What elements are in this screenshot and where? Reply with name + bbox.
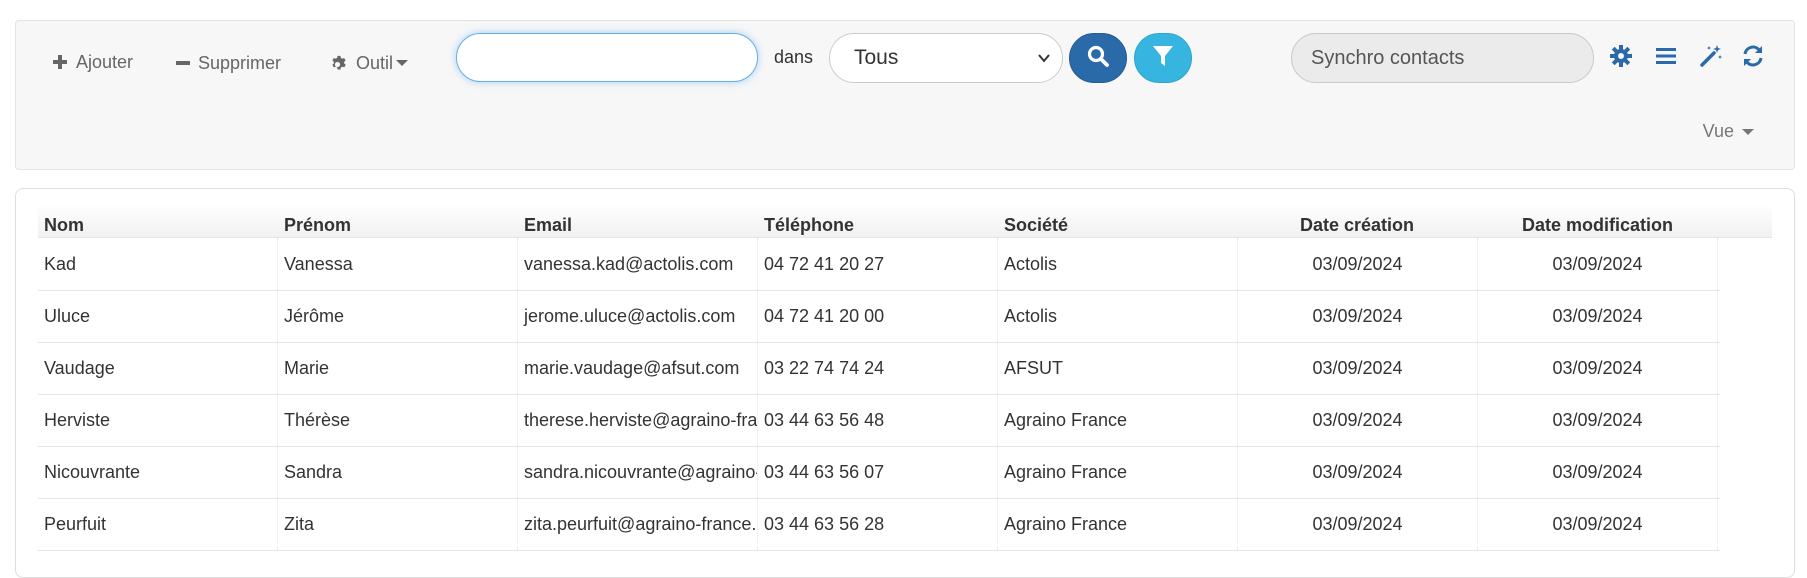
cell-nom: Vaudage [38,342,278,394]
sync-contacts-button[interactable]: Synchro contacts [1291,33,1594,83]
table-row[interactable]: Uluce Jérôme jerome.uluce@actolis.com 04… [38,290,1720,343]
cell-date-creation: 03/09/2024 [1238,238,1478,290]
cell-email: zita.peurfuit@agraino-france. [518,498,758,550]
cell-date-creation: 03/09/2024 [1238,446,1478,498]
cell-societe: Actolis [998,290,1238,342]
filter-button[interactable] [1134,33,1192,83]
cell-telephone: 04 72 41 20 27 [758,238,998,290]
tools-label: Outil [356,52,394,73]
cell-prenom: Vanessa [278,238,518,290]
cell-prenom: Jérôme [278,290,518,342]
table-row[interactable]: Kad Vanessa vanessa.kad@actolis.com 04 7… [38,238,1720,291]
add-button[interactable]: Ajouter [52,45,133,79]
delete-label: Supprimer [198,52,282,73]
gear-icon [330,54,348,72]
search-scope-label: dans [774,47,814,67]
column-header-nom[interactable]: Nom [44,215,84,236]
sync-contacts-label: Synchro contacts [1311,46,1465,69]
cell-nom: Kad [38,238,278,290]
cell-date-creation: 03/09/2024 [1238,290,1478,342]
refresh-button[interactable] [1739,44,1767,72]
caret-down-icon [396,60,409,66]
cell-email: jerome.uluce@actolis.com [518,290,758,342]
cell-date-creation: 03/09/2024 [1238,394,1478,446]
cell-societe: AFSUT [998,342,1238,394]
cell-telephone: 03 22 74 74 24 [758,342,998,394]
cell-societe: Agraino France [998,446,1238,498]
table-header: Nom Prénom Email Téléphone Société Date … [38,204,1772,238]
magic-wand-button[interactable] [1697,44,1725,72]
cell-societe: Agraino France [998,498,1238,550]
search-icon [1086,44,1110,73]
cell-prenom: Marie [278,342,518,394]
list-icon [1655,46,1677,71]
minus-icon [176,56,190,70]
cell-nom: Peurfuit [38,498,278,550]
search-scope-select[interactable]: Tous [829,33,1063,83]
cell-date-modification: 03/09/2024 [1478,290,1718,342]
cell-email: marie.vaudage@afsut.com [518,342,758,394]
table-row[interactable]: Peurfuit Zita zita.peurfuit@agraino-fran… [38,498,1720,551]
column-header-date-modification[interactable]: Date modification [1522,215,1673,236]
plus-icon [52,54,68,70]
view-dropdown[interactable]: Vue [1703,121,1754,142]
column-header-prenom[interactable]: Prénom [284,215,351,236]
settings-button[interactable] [1607,44,1635,72]
cell-prenom: Zita [278,498,518,550]
table-row[interactable]: Herviste Thérèse therese.herviste@agrain… [38,394,1720,447]
view-label: Vue [1702,121,1734,141]
cell-date-modification: 03/09/2024 [1478,342,1718,394]
cell-date-modification: 03/09/2024 [1478,394,1718,446]
cell-date-modification: 03/09/2024 [1478,498,1718,550]
magic-wand-icon [1699,44,1723,73]
filter-icon [1152,44,1174,73]
tools-dropdown[interactable]: Outil [330,46,409,80]
cell-date-modification: 03/09/2024 [1478,238,1718,290]
caret-down-icon [1742,128,1754,135]
cell-societe: Actolis [998,238,1238,290]
search-input[interactable] [456,33,758,82]
table-row[interactable]: Vaudage Marie marie.vaudage@afsut.com 03… [38,342,1720,395]
cell-date-modification: 03/09/2024 [1478,446,1718,498]
cell-date-creation: 03/09/2024 [1238,498,1478,550]
column-header-societe[interactable]: Société [1004,215,1068,236]
search-scope-value: Tous [854,46,899,69]
cell-societe: Agraino France [998,394,1238,446]
cell-prenom: Thérèse [278,394,518,446]
cell-nom: Uluce [38,290,278,342]
cell-telephone: 03 44 63 56 48 [758,394,998,446]
cell-telephone: 04 72 41 20 00 [758,290,998,342]
cell-email: vanessa.kad@actolis.com [518,238,758,290]
refresh-icon [1741,44,1765,73]
table-row[interactable]: Nicouvrante Sandra sandra.nicouvrante@ag… [38,446,1720,499]
column-header-email[interactable]: Email [524,215,572,236]
search-button[interactable] [1069,33,1127,83]
cell-nom: Nicouvrante [38,446,278,498]
cell-telephone: 03 44 63 56 07 [758,446,998,498]
contacts-table: Nom Prénom Email Téléphone Société Date … [15,188,1795,578]
toolbar: Ajouter Supprimer Outil dans Tous Synchr… [15,20,1795,170]
delete-button[interactable]: Supprimer [176,46,281,80]
list-view-button[interactable] [1652,44,1680,72]
chevron-down-icon [1036,48,1052,74]
cell-telephone: 03 44 63 56 28 [758,498,998,550]
cell-nom: Herviste [38,394,278,446]
column-header-telephone[interactable]: Téléphone [764,215,854,236]
gear-icon [1609,44,1633,73]
cell-email: sandra.nicouvrante@agraino- [518,446,758,498]
cell-prenom: Sandra [278,446,518,498]
cell-date-creation: 03/09/2024 [1238,342,1478,394]
cell-email: therese.herviste@agraino-fra [518,394,758,446]
add-label: Ajouter [76,51,134,72]
column-header-date-creation[interactable]: Date création [1300,215,1414,236]
